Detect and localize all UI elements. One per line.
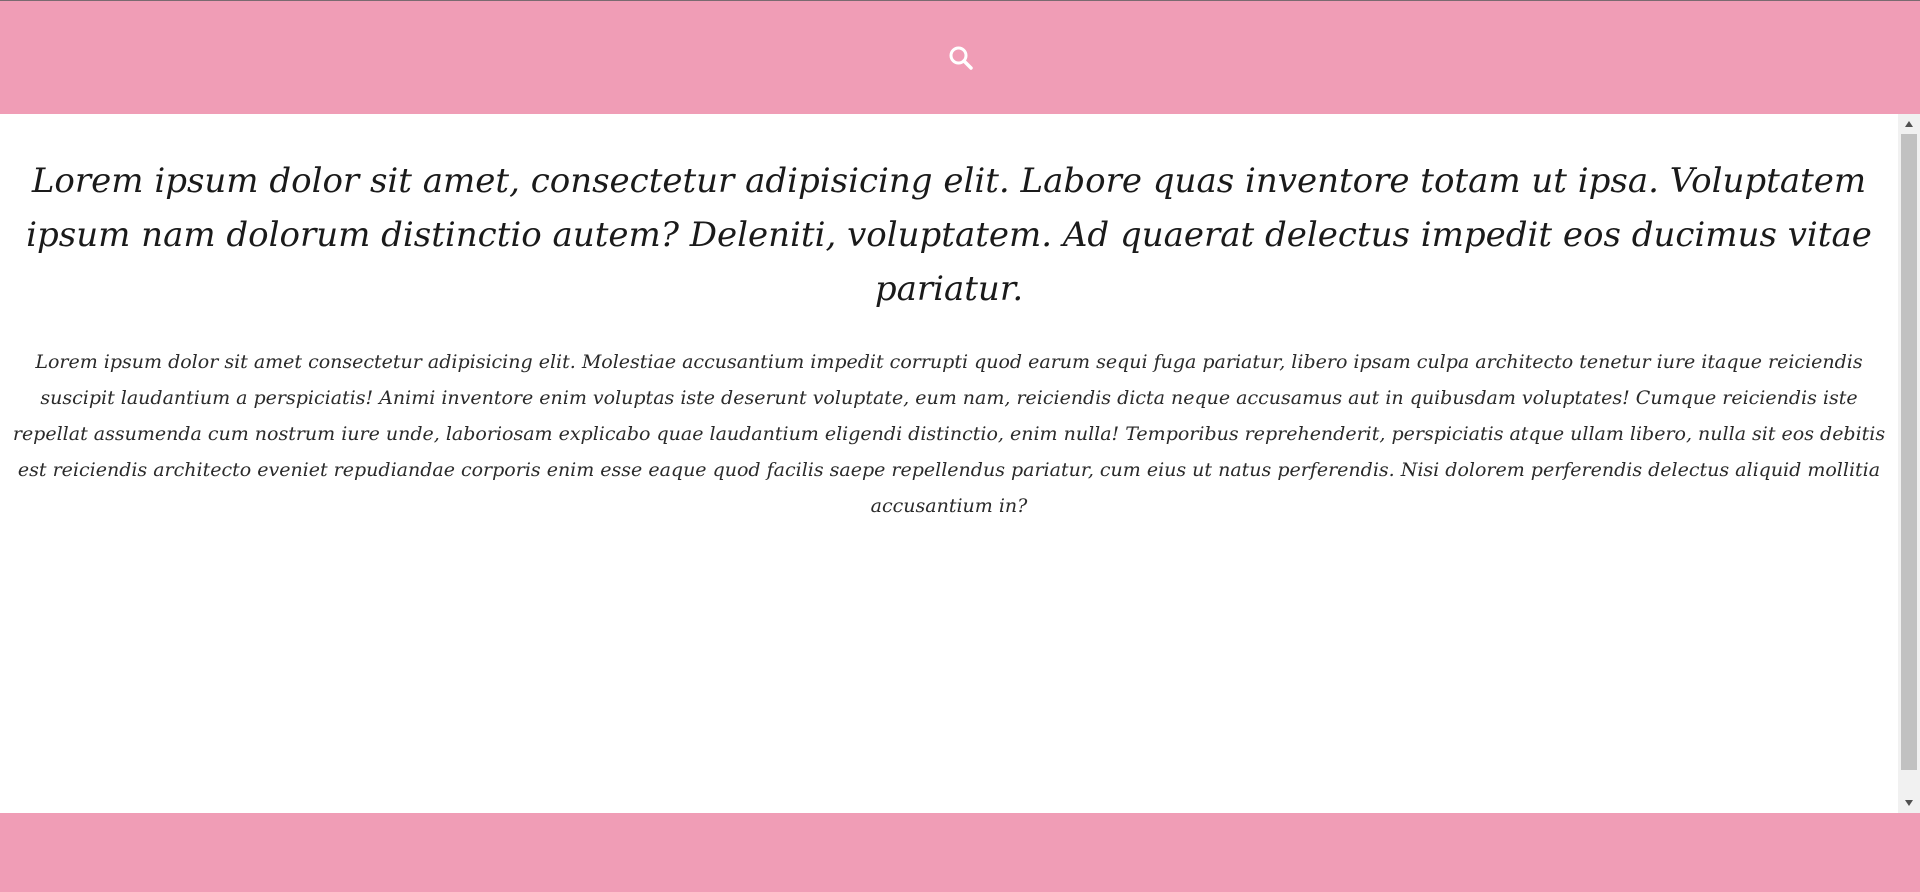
scroll-up-arrow[interactable] bbox=[1898, 114, 1920, 134]
scroll-thumb[interactable] bbox=[1901, 134, 1917, 770]
search-button[interactable] bbox=[941, 38, 981, 78]
search-icon bbox=[949, 46, 973, 70]
scroll-down-arrow[interactable] bbox=[1898, 793, 1920, 813]
triangle-down-icon bbox=[1905, 800, 1913, 806]
page-heading: Lorem ipsum dolor sit amet, consectetur … bbox=[26, 161, 1872, 309]
body-paragraph: Lorem ipsum dolor sit amet consectetur a… bbox=[12, 351, 1886, 517]
main-content: Lorem ipsum dolor sit amet, consectetur … bbox=[0, 114, 1898, 813]
header-bar bbox=[0, 0, 1920, 114]
triangle-up-icon bbox=[1905, 121, 1913, 127]
footer-bar bbox=[0, 813, 1920, 892]
vertical-scrollbar[interactable] bbox=[1898, 114, 1920, 813]
